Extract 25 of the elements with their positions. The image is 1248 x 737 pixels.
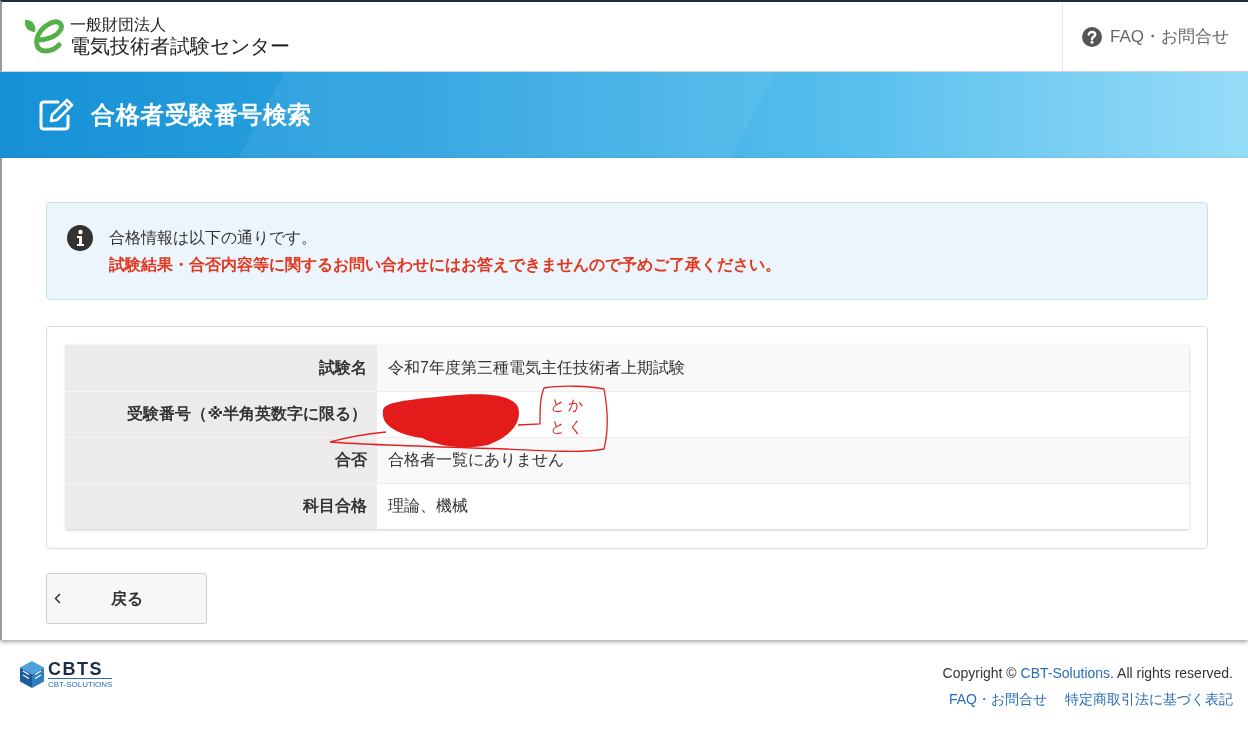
footer-link[interactable]: FAQ・お問合せ bbox=[949, 686, 1047, 712]
field-label: 科目合格 bbox=[66, 483, 377, 529]
field-value: 合格者一覧にありません bbox=[377, 437, 1189, 483]
logo-tagline: CBT-SOLUTIONS bbox=[48, 678, 113, 689]
field-label: 試験名 bbox=[66, 345, 377, 391]
logo-wordmark: CBTS bbox=[48, 660, 104, 678]
faq-contact-link[interactable]: FAQ・お問合せ bbox=[1110, 23, 1229, 50]
page-title: 合格者受験番号検索 bbox=[91, 100, 312, 130]
org-type-text: 一般財団法人 bbox=[70, 15, 167, 34]
copyright-text: Copyright © CBT-Solutions. All rights reserved. bbox=[942, 664, 1233, 683]
field-value: 令和7年度第三種電気主任技術者上期試験 bbox=[377, 345, 1189, 391]
org-name-text: 電気技術者試験センター bbox=[70, 33, 290, 58]
field-label: 合否 bbox=[66, 437, 377, 483]
edit-icon bbox=[38, 98, 74, 132]
notice-warning: 試験結果・合否内容等に関するお問い合わせにはお答えできませんので予めご了承ください。 bbox=[109, 255, 781, 275]
cube-logo-icon bbox=[20, 661, 44, 688]
field-value: 理論、機械 bbox=[377, 483, 1189, 529]
back-button[interactable]: 戻る bbox=[46, 573, 207, 624]
help-icon[interactable] bbox=[1082, 26, 1102, 47]
field-label: 受験番号（※半角英数字に限る） bbox=[66, 391, 377, 437]
footer-link[interactable]: 特定商取引法に基づく表記 bbox=[1065, 686, 1233, 712]
info-icon bbox=[67, 225, 93, 251]
notice-message: 合格情報は以下の通りです。 bbox=[109, 228, 318, 248]
handwritten-note: とか とく bbox=[550, 395, 586, 437]
chevron-left-icon bbox=[54, 593, 61, 604]
